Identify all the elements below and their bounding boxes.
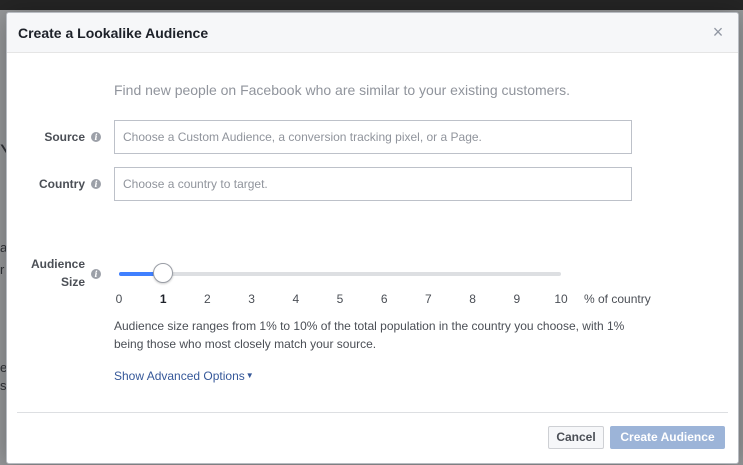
slider-tick-label[interactable]: 7	[418, 292, 438, 306]
country-input[interactable]	[114, 167, 632, 201]
slider-tick-label[interactable]: 8	[463, 292, 483, 306]
slider-tick-label[interactable]: 1	[153, 292, 173, 306]
slider-tick-label[interactable]: 10	[551, 292, 571, 306]
lookalike-audience-dialog: Create a Lookalike Audience × Find new p…	[6, 12, 739, 464]
slider-tick-label[interactable]: 0	[109, 292, 129, 306]
advanced-link-label: Show Advanced Options	[114, 369, 245, 383]
country-info-icon[interactable]: i	[91, 179, 101, 189]
audience-size-label-line2: Size	[60, 275, 85, 289]
slider-tick-label[interactable]: 5	[330, 292, 350, 306]
audience-size-label-line1: Audience	[30, 257, 85, 271]
footer-divider	[17, 412, 728, 413]
audience-size-help: Audience size ranges from 1% to 10% of t…	[114, 319, 625, 351]
slider-tick-label[interactable]: 3	[242, 292, 262, 306]
slider-tick-label[interactable]: 9	[507, 292, 527, 306]
slider-tick-label[interactable]: 6	[374, 292, 394, 306]
slider-thumb[interactable]	[153, 263, 174, 283]
slider-tick-label[interactable]: 2	[197, 292, 217, 306]
audience-size-slider[interactable]	[119, 263, 561, 283]
country-label: Country	[39, 177, 85, 191]
caret-down-icon: ▼	[245, 371, 254, 380]
source-label: Source	[44, 130, 85, 144]
dialog-title: Create a Lookalike Audience	[18, 25, 209, 41]
audience-size-label: Audience Size	[21, 257, 85, 289]
slider-tick-label[interactable]: 4	[286, 292, 306, 306]
show-advanced-options-link[interactable]: Show Advanced Options▼	[114, 369, 254, 383]
source-input[interactable]	[114, 120, 632, 154]
intro-text: Find new people on Facebook who are simi…	[114, 82, 570, 98]
close-icon[interactable]: ×	[710, 23, 726, 41]
create-audience-button[interactable]: Create Audience	[610, 426, 725, 449]
unit-label: % of country	[584, 292, 651, 306]
source-info-icon[interactable]: i	[91, 132, 101, 142]
audience-size-info-icon[interactable]: i	[91, 269, 101, 279]
dialog-header: Create a Lookalike Audience ×	[7, 13, 738, 53]
cancel-button[interactable]: Cancel	[548, 426, 604, 449]
